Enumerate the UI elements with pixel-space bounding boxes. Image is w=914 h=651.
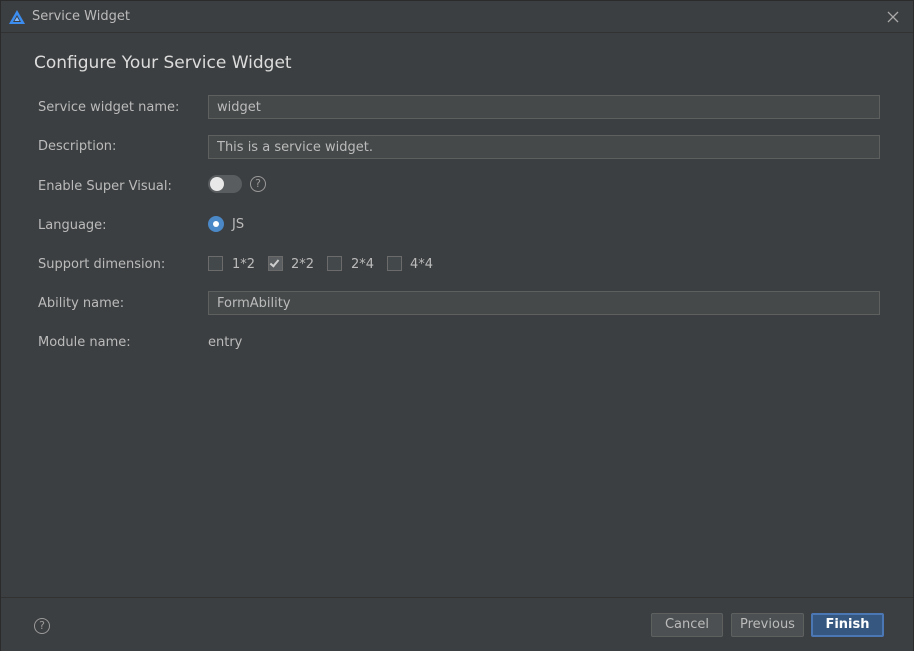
dimension-checkbox-4x4[interactable] [387,256,402,271]
language-option-label: JS [232,217,245,232]
ability-name-input[interactable] [208,291,880,315]
language-radio-js[interactable] [208,216,224,232]
dimension-label-4x4: 4*4 [410,257,434,272]
dimension-checkbox-2x2[interactable] [268,256,283,271]
check-icon [269,257,280,268]
dimension-checkbox-1x2[interactable] [208,256,223,271]
previous-button[interactable]: Previous [731,613,804,637]
help-icon[interactable]: ? [250,176,266,192]
description-input[interactable] [208,135,880,159]
description-label: Description: [38,139,117,154]
help-icon[interactable]: ? [34,618,50,634]
service-widget-name-input[interactable] [208,95,880,119]
window-title: Service Widget [32,9,130,24]
finish-button[interactable]: Finish [811,613,884,637]
module-name-value: entry [208,335,243,350]
module-name-label: Module name: [38,335,131,350]
close-icon[interactable] [885,9,901,25]
cancel-button[interactable]: Cancel [651,613,723,637]
dimension-label-2x4: 2*4 [351,257,375,272]
ability-name-label: Ability name: [38,296,125,311]
dialog-footer: ? Cancel Previous Finish [1,597,913,651]
app-icon [9,10,25,24]
super-visual-toggle[interactable] [208,175,242,193]
radio-dot [213,221,219,227]
toggle-knob [210,177,224,191]
dimension-label-2x2: 2*2 [291,257,315,272]
enable-super-visual-label: Enable Super Visual: [38,179,172,194]
service-widget-name-label: Service widget name: [38,100,180,115]
dimension-label-1x2: 1*2 [232,257,256,272]
title-bar: Service Widget [1,1,913,33]
dimension-checkbox-2x4[interactable] [327,256,342,271]
service-widget-dialog: Service Widget Configure Your Service Wi… [0,0,914,651]
language-label: Language: [38,218,107,233]
support-dimension-label: Support dimension: [38,257,166,272]
page-title: Configure Your Service Widget [34,53,292,73]
